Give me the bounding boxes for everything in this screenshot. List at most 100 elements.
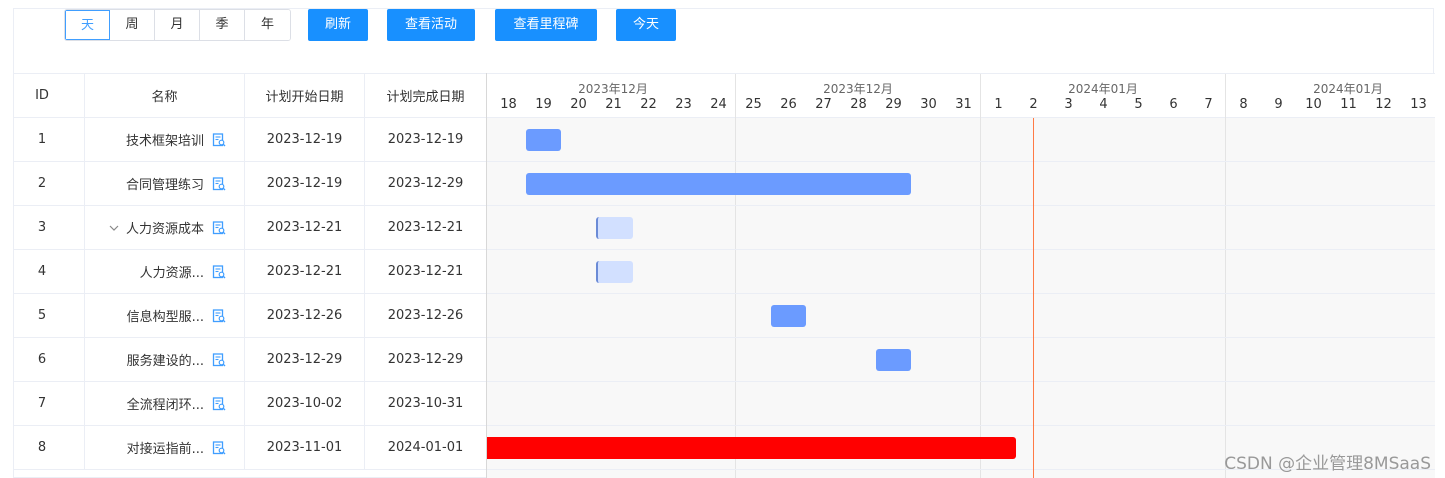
- day-label: 6: [1169, 97, 1178, 112]
- row-name: 技术框架培训: [125, 134, 204, 149]
- row-start-date: 2023-12-29: [245, 338, 365, 381]
- table-row[interactable]: 6 服务建设的... 2023-12-29 2023-12-29: [14, 338, 486, 382]
- row-start-date: 2023-12-21: [245, 206, 365, 249]
- day-label: 3: [1064, 97, 1073, 112]
- row-start-date: 2023-12-19: [245, 162, 365, 205]
- day-label: 1: [994, 97, 1003, 112]
- row-gridline: [487, 337, 1435, 338]
- day-label: 26: [780, 97, 797, 112]
- row-end-date: 2023-10-31: [387, 396, 464, 411]
- table-row[interactable]: 4 人力资源... 2023-12-21 2023-12-21: [14, 250, 486, 294]
- row-name-cell[interactable]: 对接运指前...: [85, 426, 245, 469]
- day-label: 9: [1274, 97, 1283, 112]
- week-separator: [735, 74, 736, 119]
- day-label: 4: [1099, 97, 1108, 112]
- row-name-cell[interactable]: 全流程闭环...: [85, 382, 245, 425]
- row-end-date: 2024-01-01: [387, 440, 464, 455]
- row-end-date: 2023-12-21: [387, 264, 464, 279]
- day-label: 18: [500, 97, 517, 112]
- header-name: 名称: [85, 74, 245, 117]
- day-label: 19: [535, 97, 552, 112]
- table-row[interactable]: 7 全流程闭环... 2023-10-02 2023-10-31: [14, 382, 486, 426]
- document-search-icon[interactable]: [212, 176, 226, 191]
- day-label: 7: [1204, 97, 1213, 112]
- refresh-button[interactable]: 刷新: [308, 9, 368, 41]
- row-id: 5: [14, 294, 85, 337]
- table-row[interactable]: 8 对接运指前... 2023-11-01 2024-01-01: [14, 426, 486, 470]
- document-search-icon[interactable]: [212, 132, 226, 147]
- view-scale-selector[interactable]: 天周月季年: [64, 9, 291, 41]
- task-bar[interactable]: [526, 173, 911, 195]
- row-id: 2: [14, 162, 85, 205]
- day-label: 30: [920, 97, 937, 112]
- row-name-cell[interactable]: 合同管理练习: [85, 162, 245, 205]
- row-id: 1: [14, 118, 85, 161]
- day-label: 21: [605, 97, 622, 112]
- document-search-icon[interactable]: [212, 264, 226, 279]
- view-activities-button[interactable]: 查看活动: [387, 9, 475, 41]
- document-search-icon[interactable]: [212, 396, 226, 411]
- table-row[interactable]: 1 技术框架培训 2023-12-19 2023-12-19: [14, 118, 486, 162]
- table-header: ID 名称 计划开始日期 计划完成日期: [14, 73, 486, 118]
- day-label: 27: [815, 97, 832, 112]
- day-label: 24: [710, 97, 727, 112]
- document-search-icon[interactable]: [212, 440, 226, 455]
- gantt-chart: 2023年12月 2023年12月 2024年01月 2024年01月 18 19 20 21…: [486, 73, 1435, 478]
- document-search-icon[interactable]: [212, 308, 226, 323]
- week-separator: [1225, 74, 1226, 119]
- row-name-cell[interactable]: 人力资源...: [85, 250, 245, 293]
- day-label: 23: [675, 97, 692, 112]
- day-label: 5: [1134, 97, 1143, 112]
- document-search-icon[interactable]: [212, 352, 226, 367]
- chevron-down-icon[interactable]: [108, 222, 120, 234]
- row-end-date: 2023-12-26: [387, 308, 464, 323]
- task-bar[interactable]: [876, 349, 911, 371]
- week-separator: [980, 118, 981, 478]
- row-id: 4: [14, 250, 85, 293]
- row-gridline: [487, 161, 1435, 162]
- task-bar[interactable]: [596, 261, 633, 283]
- view-option-4[interactable]: 年: [245, 10, 290, 40]
- task-bar[interactable]: [526, 129, 561, 151]
- row-gridline: [487, 293, 1435, 294]
- row-end-date: 2023-12-29: [387, 352, 464, 367]
- row-gridline: [487, 381, 1435, 382]
- task-bar[interactable]: [487, 437, 1016, 459]
- table-row[interactable]: 2 合同管理练习 2023-12-19 2023-12-29: [14, 162, 486, 206]
- table-row[interactable]: 3 人力资源成本 2023-12-21 2023-12-21: [14, 206, 486, 250]
- row-name: 对接运指前...: [126, 442, 204, 457]
- row-name-cell[interactable]: 技术框架培训: [85, 118, 245, 161]
- day-label: 13: [1410, 97, 1427, 112]
- task-bar[interactable]: [596, 217, 633, 239]
- row-name-cell[interactable]: 服务建设的...: [85, 338, 245, 381]
- task-bar[interactable]: [771, 305, 806, 327]
- row-name-cell[interactable]: 信息构型服...: [85, 294, 245, 337]
- view-option-3[interactable]: 季: [200, 10, 245, 40]
- row-end-date: 2023-12-19: [387, 132, 464, 147]
- day-label: 31: [955, 97, 972, 112]
- task-table: ID 名称 计划开始日期 计划完成日期 1 技术框架培训 2023-12-19 202…: [14, 73, 486, 478]
- row-name-cell[interactable]: 人力资源成本: [85, 206, 245, 249]
- week-separator: [980, 74, 981, 119]
- row-end-date: 2023-12-29: [387, 176, 464, 191]
- row-start-date: 2023-11-01: [245, 426, 365, 469]
- row-id: 7: [14, 382, 85, 425]
- row-name: 人力资源...: [139, 266, 204, 281]
- row-name: 合同管理练习: [125, 178, 204, 193]
- row-gridline: [487, 425, 1435, 426]
- month-label: 2023年12月: [823, 82, 893, 96]
- table-row[interactable]: 5 信息构型服... 2023-12-26 2023-12-26: [14, 294, 486, 338]
- document-search-icon[interactable]: [212, 220, 226, 235]
- row-start-date: 2023-12-19: [245, 118, 365, 161]
- today-button[interactable]: 今天: [616, 9, 676, 41]
- view-option-0[interactable]: 天: [65, 10, 110, 40]
- row-name: 服务建设的...: [126, 354, 204, 369]
- day-label: 11: [1340, 97, 1357, 112]
- watermark: CSDN @企业管理8MSaaS: [1224, 454, 1431, 474]
- day-label: 2: [1029, 97, 1038, 112]
- view-option-2[interactable]: 月: [155, 10, 200, 40]
- row-name: 信息构型服...: [126, 310, 204, 325]
- today-marker: [1033, 118, 1034, 478]
- view-option-1[interactable]: 周: [110, 10, 155, 40]
- view-milestones-button[interactable]: 查看里程碑: [495, 9, 597, 41]
